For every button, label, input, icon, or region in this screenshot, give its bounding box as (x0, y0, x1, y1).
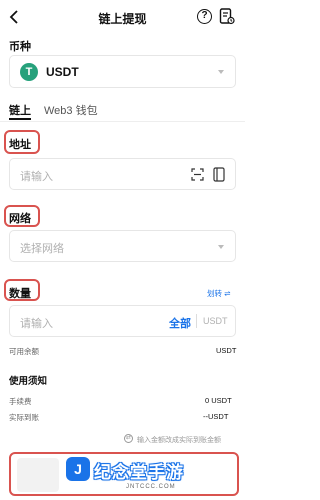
usdt-logo-icon: T (20, 63, 38, 81)
hint-text: 输入金额改成实际到账金额 (137, 437, 221, 444)
network-label: 网络 (9, 213, 31, 225)
fee-value: 0 USDT (205, 396, 232, 405)
amount-label: 数量 (9, 288, 31, 300)
swap-icon[interactable]: ⇄ (124, 434, 133, 443)
history-icon[interactable] (219, 8, 235, 25)
address-book-icon[interactable] (213, 167, 225, 182)
all-button[interactable]: 全部 (169, 315, 191, 331)
coin-value: USDT (46, 65, 79, 79)
unit-divider (196, 314, 197, 328)
watermark-url: JNTCCC.COM (126, 484, 176, 490)
coin-label: 币种 (9, 41, 31, 53)
amount-placeholder: 请输入 (20, 318, 53, 330)
watermark: J 纪念堂手游 JNTCCC.COM (66, 457, 236, 497)
address-input[interactable]: 请输入 (9, 158, 236, 190)
help-icon[interactable]: ? (197, 9, 212, 24)
transfer-link[interactable]: 划转 ⇌ (207, 288, 230, 299)
available-value: USDT (216, 346, 237, 355)
watermark-text: 纪念堂手游 (94, 463, 184, 482)
fee-label: 手续费 (9, 397, 32, 406)
address-placeholder: 请输入 (20, 171, 53, 183)
withdraw-button[interactable] (17, 458, 59, 492)
chevron-down-icon (218, 70, 224, 74)
notes-title: 使用须知 (9, 376, 48, 387)
tab-web3-wallet[interactable]: Web3 钱包 (44, 102, 98, 118)
network-placeholder: 选择网络 (20, 243, 64, 255)
watermark-logo: J (66, 457, 90, 481)
address-label: 地址 (9, 139, 31, 151)
network-select[interactable]: 选择网络 (9, 230, 236, 262)
scan-icon[interactable] (191, 168, 204, 181)
header: 链上提现 ? (0, 0, 245, 36)
tab-onchain[interactable]: 链上 (9, 102, 31, 118)
received-label: 实际到账 (9, 413, 39, 422)
tab-active-indicator (9, 118, 31, 120)
chevron-down-icon (218, 245, 224, 249)
received-value: --USDT (203, 412, 229, 421)
amount-unit: USDT (203, 316, 228, 326)
amount-input[interactable]: 请输入 全部 USDT (9, 305, 236, 337)
coin-select[interactable]: T USDT (9, 55, 236, 88)
tabs-divider (0, 121, 245, 122)
available-label: 可用余额 (9, 347, 39, 356)
